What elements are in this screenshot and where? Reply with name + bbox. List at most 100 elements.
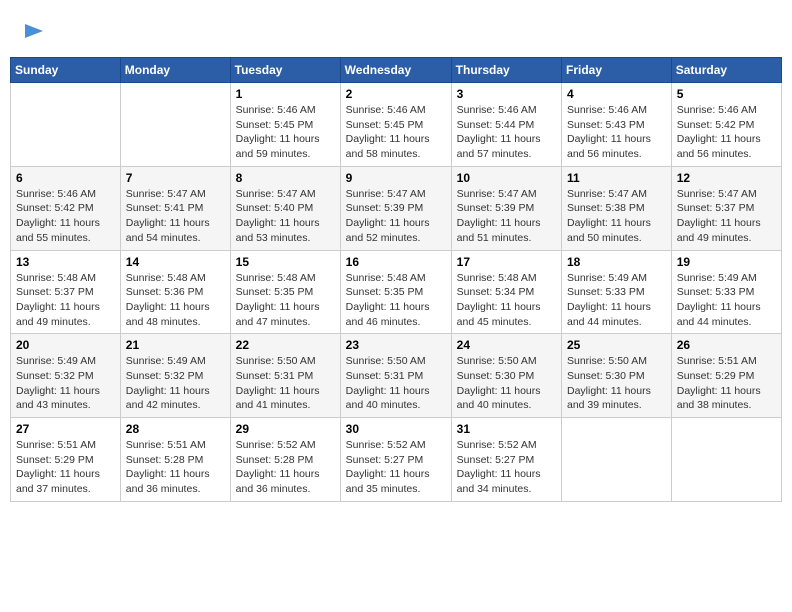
- day-content: Sunrise: 5:50 AM Sunset: 5:31 PM Dayligh…: [346, 354, 446, 413]
- day-number: 25: [567, 338, 666, 352]
- calendar-cell: 10Sunrise: 5:47 AM Sunset: 5:39 PM Dayli…: [451, 166, 561, 250]
- day-content: Sunrise: 5:48 AM Sunset: 5:35 PM Dayligh…: [236, 271, 335, 330]
- calendar-cell: 25 Sunrise: 5:50 AM Sunset: 5:30 PM Dayli…: [562, 334, 672, 418]
- calendar-week-row: 13 Sunrise: 5:48 AM Sunset: 5:37 PM Dayli…: [11, 250, 782, 334]
- day-number: 24: [457, 338, 556, 352]
- calendar-cell: 15 Sunrise: 5:48 AM Sunset: 5:35 PM Dayli…: [230, 250, 340, 334]
- calendar-cell: 28Sunrise: 5:51 AM Sunset: 5:28 PM Dayli…: [120, 418, 230, 502]
- day-content: Sunrise: 5:48 AM Sunset: 5:35 PM Dayligh…: [346, 271, 446, 330]
- day-content: Sunrise: 5:49 AM Sunset: 5:33 PM Dayligh…: [677, 271, 776, 330]
- day-number: 2: [346, 87, 446, 101]
- day-content: Sunrise: 5:52 AM Sunset: 5:27 PM Dayligh…: [457, 438, 556, 497]
- calendar-cell: 27Sunrise: 5:51 AM Sunset: 5:29 PM Dayli…: [11, 418, 121, 502]
- calendar-cell: 11 Sunrise: 5:47 AM Sunset: 5:38 PM Dayli…: [562, 166, 672, 250]
- day-number: 21: [126, 338, 225, 352]
- day-number: 3: [457, 87, 556, 101]
- day-content: Sunrise: 5:50 AM Sunset: 5:30 PM Dayligh…: [567, 354, 666, 413]
- day-number: 23: [346, 338, 446, 352]
- calendar-cell: 9 Sunrise: 5:47 AM Sunset: 5:39 PM Daylig…: [340, 166, 451, 250]
- day-content: Sunrise: 5:49 AM Sunset: 5:32 PM Dayligh…: [126, 354, 225, 413]
- day-content: Sunrise: 5:50 AM Sunset: 5:31 PM Dayligh…: [236, 354, 335, 413]
- day-number: 7: [126, 171, 225, 185]
- day-number: 17: [457, 255, 556, 269]
- calendar-cell: 17 Sunrise: 5:48 AM Sunset: 5:34 PM Dayli…: [451, 250, 561, 334]
- day-number: 8: [236, 171, 335, 185]
- calendar-cell: [671, 418, 781, 502]
- calendar-cell: 31 Sunrise: 5:52 AM Sunset: 5:27 PM Dayli…: [451, 418, 561, 502]
- day-content: Sunrise: 5:47 AM Sunset: 5:39 PM Dayligh…: [346, 187, 446, 246]
- day-content: Sunrise: 5:46 AM Sunset: 5:42 PM Dayligh…: [677, 103, 776, 162]
- calendar-cell: 6Sunrise: 5:46 AM Sunset: 5:42 PM Daylig…: [11, 166, 121, 250]
- day-content: Sunrise: 5:46 AM Sunset: 5:45 PM Dayligh…: [236, 103, 335, 162]
- day-content: Sunrise: 5:46 AM Sunset: 5:43 PM Dayligh…: [567, 103, 666, 162]
- day-content: Sunrise: 5:47 AM Sunset: 5:38 PM Dayligh…: [567, 187, 666, 246]
- calendar-cell: 4 Sunrise: 5:46 AM Sunset: 5:43 PM Daylig…: [562, 83, 672, 167]
- calendar-cell: 23 Sunrise: 5:50 AM Sunset: 5:31 PM Dayli…: [340, 334, 451, 418]
- day-number: 10: [457, 171, 556, 185]
- day-number: 28: [126, 422, 225, 436]
- day-number: 27: [16, 422, 115, 436]
- calendar-cell: 30 Sunrise: 5:52 AM Sunset: 5:27 PM Dayli…: [340, 418, 451, 502]
- page-header: [10, 10, 782, 51]
- calendar-cell: [11, 83, 121, 167]
- day-content: Sunrise: 5:46 AM Sunset: 5:45 PM Dayligh…: [346, 103, 446, 162]
- day-number: 13: [16, 255, 115, 269]
- weekday-header-friday: Friday: [562, 58, 672, 83]
- day-content: Sunrise: 5:52 AM Sunset: 5:27 PM Dayligh…: [346, 438, 446, 497]
- day-content: Sunrise: 5:48 AM Sunset: 5:34 PM Dayligh…: [457, 271, 556, 330]
- day-content: Sunrise: 5:49 AM Sunset: 5:32 PM Dayligh…: [16, 354, 115, 413]
- day-number: 4: [567, 87, 666, 101]
- day-number: 16: [346, 255, 446, 269]
- day-number: 6: [16, 171, 115, 185]
- day-content: Sunrise: 5:51 AM Sunset: 5:29 PM Dayligh…: [677, 354, 776, 413]
- calendar-cell: 13 Sunrise: 5:48 AM Sunset: 5:37 PM Dayli…: [11, 250, 121, 334]
- weekday-header-wednesday: Wednesday: [340, 58, 451, 83]
- calendar-cell: 18Sunrise: 5:49 AM Sunset: 5:33 PM Dayli…: [562, 250, 672, 334]
- day-number: 14: [126, 255, 225, 269]
- logo-arrow-icon: [23, 20, 45, 42]
- day-number: 31: [457, 422, 556, 436]
- day-content: Sunrise: 5:46 AM Sunset: 5:44 PM Dayligh…: [457, 103, 556, 162]
- calendar-cell: 21 Sunrise: 5:49 AM Sunset: 5:32 PM Dayli…: [120, 334, 230, 418]
- calendar-table: SundayMondayTuesdayWednesdayThursdayFrid…: [10, 57, 782, 502]
- day-content: Sunrise: 5:52 AM Sunset: 5:28 PM Dayligh…: [236, 438, 335, 497]
- calendar-cell: 8 Sunrise: 5:47 AM Sunset: 5:40 PM Daylig…: [230, 166, 340, 250]
- calendar-cell: [120, 83, 230, 167]
- day-number: 29: [236, 422, 335, 436]
- calendar-week-row: 6Sunrise: 5:46 AM Sunset: 5:42 PM Daylig…: [11, 166, 782, 250]
- day-number: 22: [236, 338, 335, 352]
- calendar-cell: 14 Sunrise: 5:48 AM Sunset: 5:36 PM Dayli…: [120, 250, 230, 334]
- logo: [20, 18, 45, 47]
- calendar-cell: 26 Sunrise: 5:51 AM Sunset: 5:29 PM Dayli…: [671, 334, 781, 418]
- calendar-cell: 20 Sunrise: 5:49 AM Sunset: 5:32 PM Dayli…: [11, 334, 121, 418]
- day-content: Sunrise: 5:48 AM Sunset: 5:37 PM Dayligh…: [16, 271, 115, 330]
- day-number: 20: [16, 338, 115, 352]
- day-number: 11: [567, 171, 666, 185]
- day-number: 1: [236, 87, 335, 101]
- calendar-cell: 19 Sunrise: 5:49 AM Sunset: 5:33 PM Dayli…: [671, 250, 781, 334]
- calendar-cell: [562, 418, 672, 502]
- weekday-header-thursday: Thursday: [451, 58, 561, 83]
- day-content: Sunrise: 5:49 AM Sunset: 5:33 PM Dayligh…: [567, 271, 666, 330]
- calendar-cell: 2 Sunrise: 5:46 AM Sunset: 5:45 PM Daylig…: [340, 83, 451, 167]
- calendar-cell: 1 Sunrise: 5:46 AM Sunset: 5:45 PM Daylig…: [230, 83, 340, 167]
- calendar-cell: 24 Sunrise: 5:50 AM Sunset: 5:30 PM Dayli…: [451, 334, 561, 418]
- calendar-cell: 16 Sunrise: 5:48 AM Sunset: 5:35 PM Dayli…: [340, 250, 451, 334]
- calendar-cell: 3 Sunrise: 5:46 AM Sunset: 5:44 PM Daylig…: [451, 83, 561, 167]
- calendar-week-row: 20 Sunrise: 5:49 AM Sunset: 5:32 PM Dayli…: [11, 334, 782, 418]
- day-content: Sunrise: 5:50 AM Sunset: 5:30 PM Dayligh…: [457, 354, 556, 413]
- day-content: Sunrise: 5:47 AM Sunset: 5:41 PM Dayligh…: [126, 187, 225, 246]
- weekday-header-tuesday: Tuesday: [230, 58, 340, 83]
- day-number: 15: [236, 255, 335, 269]
- calendar-cell: 7 Sunrise: 5:47 AM Sunset: 5:41 PM Daylig…: [120, 166, 230, 250]
- day-number: 26: [677, 338, 776, 352]
- day-number: 9: [346, 171, 446, 185]
- calendar-cell: 29 Sunrise: 5:52 AM Sunset: 5:28 PM Dayli…: [230, 418, 340, 502]
- calendar-header-row: SundayMondayTuesdayWednesdayThursdayFrid…: [11, 58, 782, 83]
- calendar-cell: 12Sunrise: 5:47 AM Sunset: 5:37 PM Dayli…: [671, 166, 781, 250]
- day-content: Sunrise: 5:48 AM Sunset: 5:36 PM Dayligh…: [126, 271, 225, 330]
- day-number: 30: [346, 422, 446, 436]
- day-content: Sunrise: 5:47 AM Sunset: 5:40 PM Dayligh…: [236, 187, 335, 246]
- weekday-header-monday: Monday: [120, 58, 230, 83]
- day-number: 19: [677, 255, 776, 269]
